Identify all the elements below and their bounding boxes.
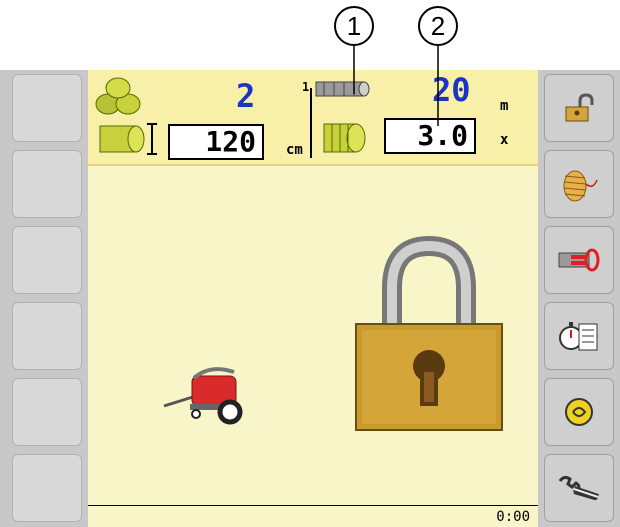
header-divider (310, 88, 312, 158)
lubrication-button[interactable] (544, 378, 614, 446)
left-softkey-1[interactable] (12, 74, 82, 142)
bale-diameter-unit: cm (286, 142, 303, 158)
twine-icon (563, 170, 598, 202)
left-softkey-6[interactable] (12, 454, 82, 522)
settings-button[interactable] (544, 454, 614, 522)
stopwatch-log-icon (559, 322, 598, 351)
left-softkey-2[interactable] (12, 150, 82, 218)
unlock-icon (565, 93, 594, 122)
main-screen: 2 120 cm 1 20 m 3.0 x 0:00 (88, 70, 538, 527)
lubrication-icon (565, 398, 593, 426)
stopwatch-log-button[interactable] (544, 302, 614, 370)
baler-icon (163, 367, 243, 425)
net-wraps-field[interactable]: 3.0 (384, 118, 476, 154)
status-bar: 0:00 (88, 501, 538, 527)
net-counter-reset-button[interactable] (544, 226, 614, 294)
net-counter-reset-icon (558, 248, 600, 272)
padlock-icon (355, 236, 503, 431)
right-softkey-column (538, 70, 620, 527)
net-length-value: 20 (432, 71, 471, 109)
callout-1: 1 (334, 6, 374, 46)
left-softkey-5[interactable] (12, 378, 82, 446)
net-length-unit: m (500, 98, 509, 114)
header-panel: 2 120 cm 1 20 m 3.0 x (88, 70, 538, 166)
twine-button[interactable] (544, 150, 614, 218)
bale-diameter-icon (99, 123, 157, 155)
left-softkey-column (0, 70, 86, 527)
bale-count-value: 2 (236, 77, 256, 115)
terminal-frame: 2 120 cm 1 20 m 3.0 x 0:00 (0, 70, 620, 527)
wrench-icon (558, 475, 599, 501)
left-softkey-4[interactable] (12, 302, 82, 370)
bale-count-icon (95, 77, 141, 115)
net-layer-index: 1 (302, 80, 310, 94)
net-roll-icon (315, 81, 370, 97)
bale-diameter-field[interactable]: 120 (168, 124, 264, 160)
net-wraps-icon (323, 123, 366, 153)
unlock-button[interactable] (544, 74, 614, 142)
callout-2: 2 (418, 6, 458, 46)
status-divider (88, 505, 538, 506)
clock: 0:00 (496, 509, 530, 525)
net-wraps-unit: x (500, 132, 509, 148)
left-softkey-3[interactable] (12, 226, 82, 294)
